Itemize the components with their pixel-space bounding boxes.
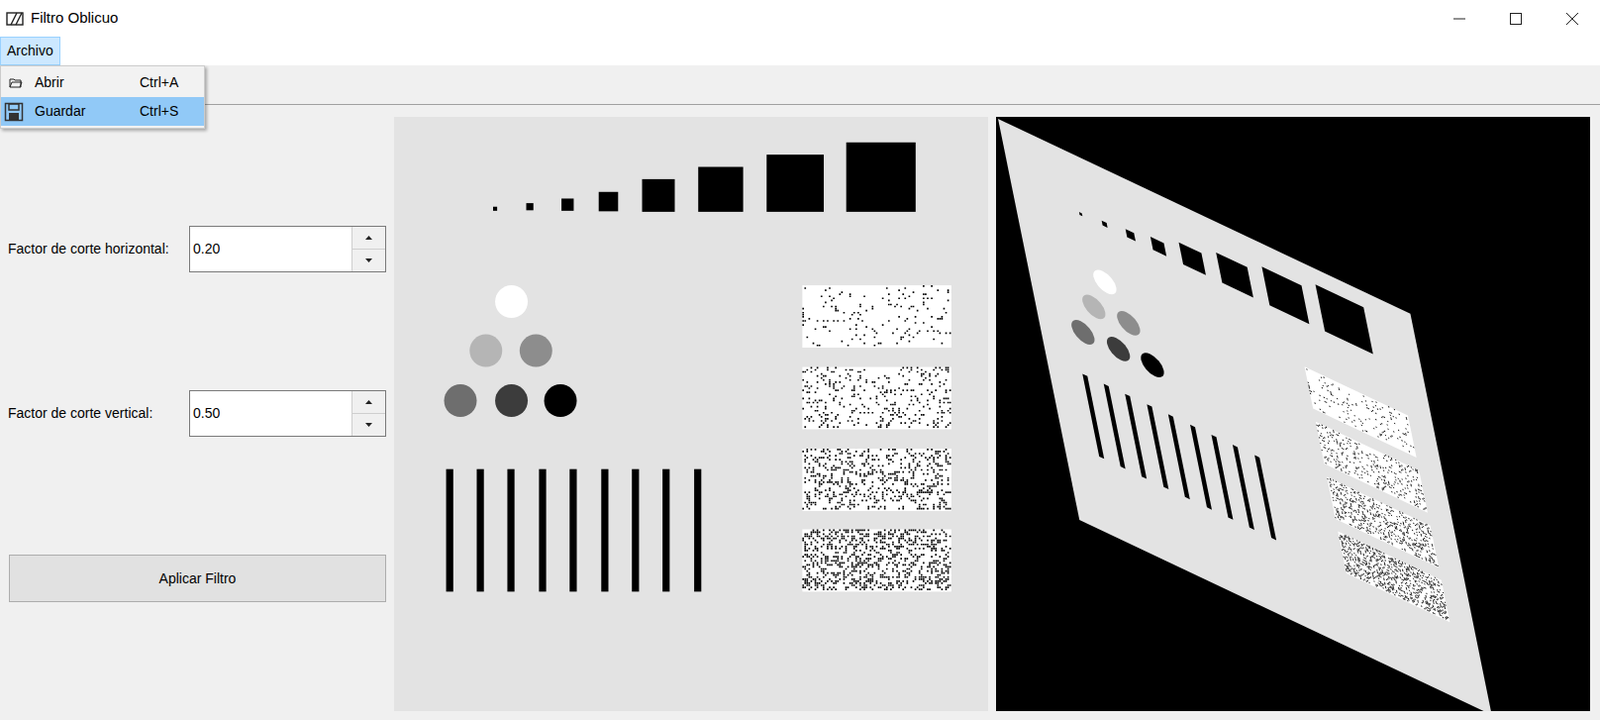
close-button[interactable] bbox=[1543, 0, 1600, 37]
maximize-button[interactable] bbox=[1487, 0, 1544, 37]
apply-label: Aplicar Filtro bbox=[159, 568, 237, 590]
app-icon bbox=[5, 9, 26, 28]
menu-item-shortcut: Ctrl+A bbox=[139, 72, 179, 94]
minimize-icon bbox=[1453, 12, 1466, 25]
horizontal-spinbox[interactable] bbox=[189, 225, 387, 273]
menu-item-label: Abrir bbox=[34, 72, 140, 94]
menu-item-label: Guardar bbox=[34, 100, 140, 122]
menu-item-shortcut: Ctrl+S bbox=[139, 100, 179, 122]
horizontal-input[interactable] bbox=[190, 226, 352, 272]
menu-label: Archivo bbox=[6, 40, 54, 62]
vertical-spinbox[interactable] bbox=[189, 390, 387, 437]
spin-up[interactable] bbox=[352, 391, 386, 414]
menu-item[interactable]: Guardar Ctrl+S bbox=[0, 97, 204, 126]
up-arrow-icon bbox=[365, 235, 373, 240]
save-icon bbox=[3, 101, 24, 122]
close-icon bbox=[1566, 12, 1579, 25]
vertical-row: Factor de corte vertical: bbox=[7, 390, 387, 437]
vertical-label: Factor de corte vertical: bbox=[7, 402, 190, 424]
horizontal-row: Factor de corte horizontal: bbox=[7, 225, 387, 273]
archivo-dropdown: Abrir Ctrl+A Guardar Ctrl+S bbox=[0, 65, 205, 129]
sheared-image bbox=[996, 116, 1591, 711]
menu-bar: Archivo bbox=[0, 36, 1600, 66]
toolbar bbox=[0, 65, 1600, 105]
spin-down[interactable] bbox=[352, 249, 386, 272]
apply-button[interactable]: Aplicar Filtro bbox=[8, 554, 387, 602]
vertical-input[interactable] bbox=[190, 391, 352, 436]
horizontal-label: Factor de corte horizontal: bbox=[7, 238, 190, 260]
down-arrow-icon bbox=[365, 258, 373, 263]
spin-up[interactable] bbox=[352, 226, 386, 250]
down-arrow-icon bbox=[365, 422, 373, 427]
spin-down[interactable] bbox=[352, 413, 386, 436]
maximize-icon bbox=[1509, 12, 1522, 25]
menu-archivo[interactable]: Archivo bbox=[0, 36, 61, 66]
window-title: Filtro Oblicuo bbox=[30, 6, 118, 30]
title-bar: Filtro Oblicuo bbox=[0, 0, 1600, 37]
original-image bbox=[394, 116, 989, 711]
controls-panel: Factor de corte horizontal: Factor de co… bbox=[0, 104, 395, 719]
up-arrow-icon bbox=[365, 400, 373, 404]
minimize-button[interactable] bbox=[1430, 0, 1488, 37]
menu-item[interactable]: Abrir Ctrl+A bbox=[0, 68, 204, 98]
folder-icon bbox=[8, 77, 23, 90]
